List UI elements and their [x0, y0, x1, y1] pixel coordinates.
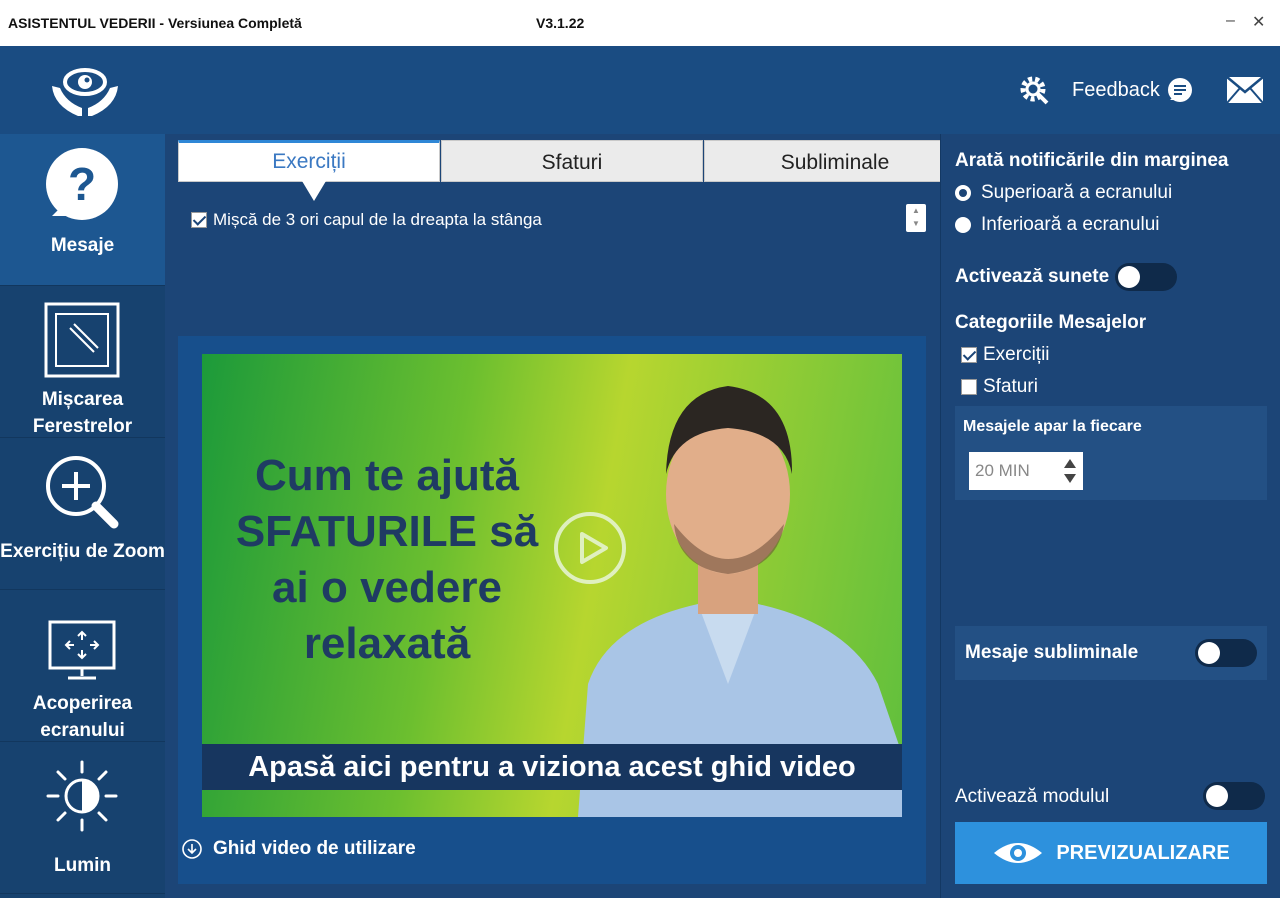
sidebar-item-miscarea-ferestrelor[interactable]: Mișcarea Ferestrelor	[0, 286, 165, 438]
radio-button[interactable]	[955, 185, 971, 201]
message-checkbox[interactable]	[191, 212, 207, 228]
interval-label: Mesajele apar la fiecare	[963, 418, 1142, 435]
radio-button[interactable]	[955, 217, 971, 233]
sounds-label: Activează sunete	[955, 266, 1110, 287]
eye-icon	[994, 843, 1043, 863]
message-item[interactable]: Mișcă de 3 ori capul de la dreapta la st…	[191, 210, 542, 230]
video-headline: Cum te ajută SFATURILE să ai o vedere re…	[235, 451, 539, 668]
feedback-label: Feedback	[1072, 78, 1160, 101]
category-checkbox[interactable]	[961, 347, 977, 363]
interval-value: 20 MIN	[975, 461, 1030, 480]
notif-option-label: Superioară a ecranului	[981, 182, 1173, 203]
notif-heading: Arată notificările din marginea	[955, 150, 1229, 171]
module-toggle[interactable]	[1203, 782, 1265, 810]
video-thumbnail[interactable]: Cum te ajută SFATURILE să ai o vedere re…	[202, 354, 902, 817]
preview-button[interactable]: PREVIZUALIZARE	[955, 822, 1267, 884]
play-icon[interactable]	[552, 510, 628, 586]
interval-box: Mesajele apar la fiecare 20 MIN	[955, 406, 1267, 500]
interval-stepper[interactable]: 20 MIN	[969, 452, 1083, 490]
sounds-toggle[interactable]	[1115, 263, 1177, 291]
messages-panel: Exerciții Sfaturi Subliminale Mișcă de 3…	[165, 134, 966, 898]
sidebar-item-label: Mesaje	[50, 235, 115, 256]
notif-option-top[interactable]: Superioară a ecranului	[955, 182, 1172, 204]
video-banner[interactable]: Apasă aici pentru a viziona acest ghid v…	[202, 744, 902, 790]
app-version: V3.1.22	[536, 15, 585, 31]
sidebar-item-label: Acoperirea ecranului	[32, 693, 133, 741]
category-sfaturi[interactable]: Sfaturi	[961, 376, 1038, 398]
app-title: ASISTENTUL VEDERII - Versiunea Completă	[8, 15, 302, 31]
chat-bubble-icon	[1167, 78, 1192, 102]
scroll-down-icon: ▼	[912, 219, 920, 228]
settings-panel: Arată notificările din marginea Superioa…	[940, 134, 1280, 898]
video-guide-link[interactable]: Ghid video de utilizare	[181, 838, 416, 860]
zoom-icon	[46, 456, 119, 529]
tab-sfaturi[interactable]: Sfaturi	[441, 140, 703, 182]
sidebar-item-acoperirea-ecranului[interactable]: Acoperirea ecranului	[0, 590, 165, 742]
circle-down-arrow-icon	[182, 839, 202, 859]
svg-text:?: ?	[68, 158, 96, 210]
tab-pointer	[302, 181, 326, 201]
sidebar: ? Mesaje Mișcarea Ferestrelor Exercițiu …	[0, 134, 165, 898]
tab-exercitii[interactable]: Exerciții	[178, 140, 440, 182]
message-text: Mișcă de 3 ori capul de la dreapta la st…	[213, 210, 542, 229]
video-guide-label: Ghid video de utilizare	[213, 838, 416, 859]
window-move-icon	[44, 302, 120, 378]
feedback-button[interactable]: Feedback	[1072, 76, 1194, 104]
tab-subliminale[interactable]: Subliminale	[704, 140, 966, 182]
mail-icon[interactable]	[1226, 76, 1264, 104]
category-checkbox[interactable]	[961, 379, 977, 395]
close-button[interactable]: ✕	[1252, 12, 1265, 32]
title-bar: ASISTENTUL VEDERII - Versiunea Completă …	[0, 0, 1280, 46]
list-scroll-stepper[interactable]: ▲ ▼	[906, 204, 926, 232]
subliminal-box: Mesaje subliminale	[955, 626, 1267, 680]
minimize-button[interactable]: –	[1226, 12, 1235, 30]
sidebar-item-exercitiu-zoom[interactable]: Exercițiu de Zoom	[0, 438, 165, 590]
sidebar-item-label: Mișcarea Ferestrelor	[32, 389, 133, 437]
brightness-icon	[46, 760, 118, 832]
scroll-up-icon: ▲	[912, 206, 920, 215]
categories-heading: Categoriile Mesajelor	[955, 312, 1147, 333]
stepper-arrows-icon[interactable]	[1063, 458, 1077, 484]
category-label: Sfaturi	[983, 376, 1038, 397]
screen-cover-icon	[48, 620, 116, 680]
sidebar-item-mesaje[interactable]: ? Mesaje	[0, 134, 165, 286]
module-label: Activează modulul	[955, 786, 1110, 807]
preview-label: PREVIZUALIZARE	[1056, 841, 1230, 864]
settings-gear-icon[interactable]	[1018, 74, 1050, 106]
app-header: Feedback	[0, 46, 1280, 134]
notif-option-label: Inferioară a ecranului	[981, 214, 1160, 235]
subliminal-toggle[interactable]	[1195, 639, 1257, 667]
notif-option-bottom[interactable]: Inferioară a ecranului	[955, 214, 1160, 236]
subliminal-label: Mesaje subliminale	[965, 642, 1139, 663]
video-frame: Cum te ajută SFATURILE să ai o vedere re…	[178, 336, 926, 884]
eye-hands-logo-icon	[52, 68, 118, 116]
category-exercitii[interactable]: Exerciții	[961, 344, 1050, 366]
sidebar-item-label: Exercițiu de Zoom	[0, 541, 165, 562]
category-label: Exerciții	[983, 344, 1050, 365]
question-icon: ?	[46, 148, 118, 220]
sidebar-item-lumin[interactable]: Lumin	[0, 742, 165, 894]
sidebar-item-label: Lumin	[54, 855, 111, 876]
